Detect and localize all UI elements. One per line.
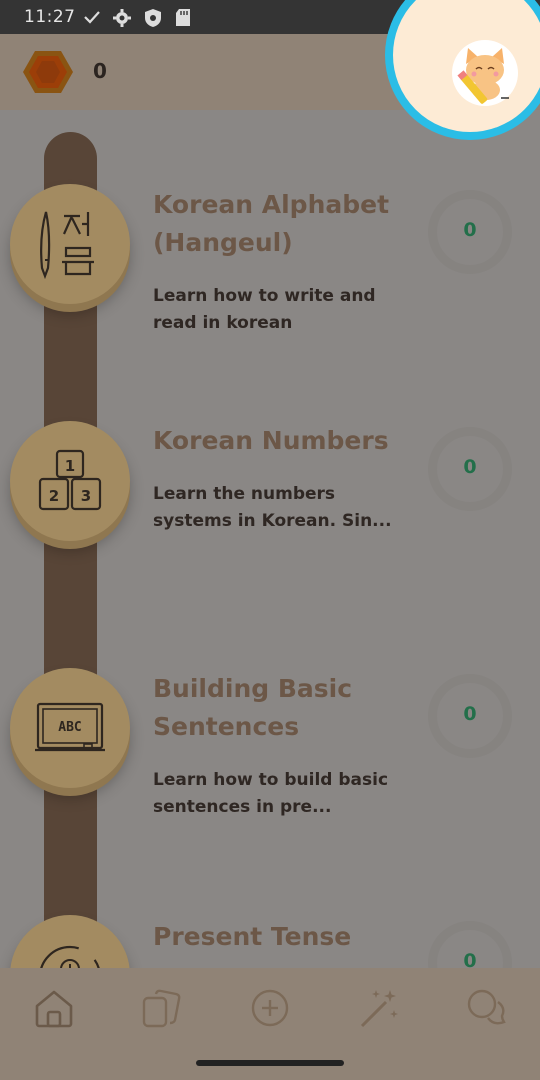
svg-text:1: 1 — [65, 457, 75, 475]
lesson-title[interactable]: Present Tense — [153, 918, 413, 956]
lesson-progress-value: 0 — [463, 703, 477, 725]
lesson-progress-value: 0 — [463, 456, 477, 478]
gem-count: 0 — [93, 59, 107, 83]
cat-avatar-icon — [452, 48, 518, 110]
home-indicator-bar[interactable] — [196, 1060, 344, 1066]
sd-card-icon — [175, 8, 191, 31]
brush-jeong-icon — [40, 211, 94, 280]
svg-text:2: 2 — [49, 487, 59, 505]
lesson-progress-ring: 0 — [428, 674, 512, 758]
lesson-progress-ring: 0 — [428, 190, 512, 274]
check-icon — [82, 8, 102, 30]
lesson-progress-ring: 0 — [428, 427, 512, 511]
chalkboard-icon: ABC — [35, 702, 105, 752]
status-time: 11:27 — [24, 7, 76, 27]
lesson-title[interactable]: Korean Alphabet (Hangeul) — [153, 186, 413, 262]
lesson-title[interactable]: Building Basic Sentences — [153, 670, 413, 746]
home-icon[interactable] — [32, 986, 76, 1030]
gear-icon — [112, 8, 132, 32]
lesson-progress-value: 0 — [463, 219, 477, 241]
lesson-badge-numbers[interactable]: 1 2 3 — [10, 421, 130, 541]
add-icon[interactable] — [248, 986, 292, 1030]
chat-icon[interactable] — [464, 986, 508, 1030]
hexagon-gem-icon — [22, 49, 74, 95]
number-blocks-icon: 1 2 3 — [38, 449, 102, 511]
magic-wand-icon[interactable] — [356, 986, 400, 1030]
lesson-description: Learn how to build basic sentences in pr… — [153, 770, 389, 817]
svg-text:3: 3 — [81, 487, 91, 505]
shield-icon — [144, 8, 162, 32]
lesson-badge-hangeul[interactable] — [10, 184, 130, 304]
lesson-description: Learn how to write and read in korean — [153, 286, 376, 333]
cards-icon[interactable] — [140, 986, 184, 1030]
lesson-title[interactable]: Korean Numbers — [153, 422, 413, 460]
svg-text:ABC: ABC — [58, 720, 81, 735]
lesson-badge-sentences[interactable]: ABC — [10, 668, 130, 788]
lesson-description: Learn the numbers systems in Korean. Sin… — [153, 484, 392, 531]
profile-avatar-button[interactable] — [452, 40, 518, 106]
app-screen: 11:27 0 Korean Alphabet (Hangeul) Learn … — [0, 0, 540, 1080]
